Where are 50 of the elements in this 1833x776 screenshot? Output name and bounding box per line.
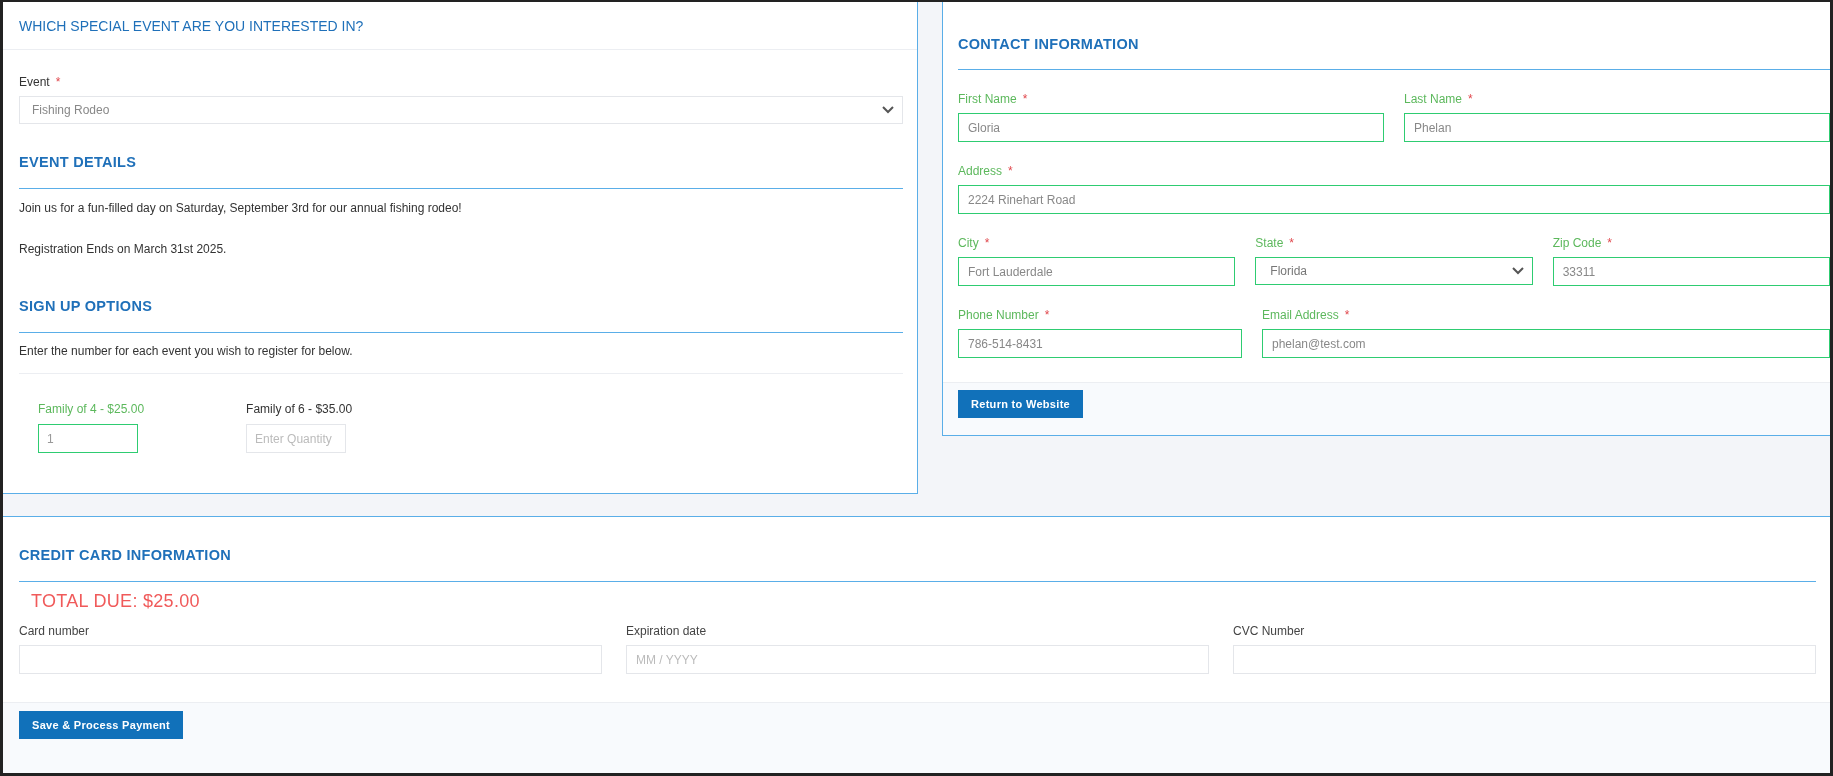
field-label: Email Address bbox=[1262, 308, 1339, 322]
field-label: Last Name bbox=[1404, 92, 1463, 106]
text-input[interactable]: phelan@test.com bbox=[1262, 329, 1830, 358]
total-due: TOTAL DUE: $25.00 bbox=[31, 591, 201, 612]
required-mark: * bbox=[1607, 236, 1613, 250]
required-mark: * bbox=[1344, 308, 1350, 322]
text-input[interactable]: Phelan bbox=[1404, 113, 1830, 142]
required-mark: * bbox=[1022, 92, 1028, 106]
text-input[interactable]: 786-514-8431 bbox=[958, 329, 1242, 358]
text-input[interactable] bbox=[1233, 645, 1816, 674]
event-select[interactable]: Fishing Rodeo bbox=[19, 96, 903, 124]
field-label: Phone Number bbox=[958, 308, 1039, 322]
section-title: EVENT DETAILS bbox=[19, 154, 138, 170]
required-mark: * bbox=[1008, 164, 1013, 178]
description-text: Registration Ends on March 31st 2025. bbox=[19, 242, 228, 256]
required-mark: * bbox=[55, 75, 61, 89]
quantity-input[interactable]: Enter Quantity bbox=[246, 424, 347, 453]
field-label: First Name bbox=[958, 92, 1017, 106]
return-button[interactable]: Return to Website bbox=[958, 390, 1083, 418]
section-title: CONTACT INFORMATION bbox=[958, 36, 1140, 52]
text-input[interactable]: 33311 bbox=[1552, 257, 1830, 286]
field-label: Zip Code bbox=[1552, 236, 1602, 250]
option-label: Family of 6 - $35.00 bbox=[246, 402, 353, 416]
section-title: WHICH SPECIAL EVENT ARE YOU INTERESTED IN? bbox=[19, 17, 364, 34]
option-label: Family of 4 - $25.00 bbox=[38, 402, 145, 416]
field-label: CVC Number bbox=[1233, 624, 1306, 638]
field-label: Expiration date bbox=[626, 624, 708, 638]
required-mark: * bbox=[1289, 236, 1295, 250]
required-mark: * bbox=[1044, 308, 1050, 322]
save-button[interactable]: Save & Process Payment bbox=[19, 711, 184, 739]
description-text: Join us for a fun-filled day on Saturday, September 3rd for our annual fishing rodeo! bbox=[19, 201, 463, 215]
field-label: State bbox=[1255, 236, 1284, 250]
text-input[interactable]: MM / YYYY bbox=[626, 645, 1209, 674]
instruction-text: Enter the number for each event you wish to register for below. bbox=[19, 344, 354, 358]
text-input[interactable] bbox=[19, 645, 602, 674]
field-label: City bbox=[958, 236, 979, 250]
field-label: Card number bbox=[19, 624, 91, 638]
text-input[interactable]: Gloria bbox=[958, 113, 1384, 142]
section-title: SIGN UP OPTIONS bbox=[19, 298, 154, 314]
field-label: Address bbox=[958, 164, 1003, 178]
field-label: Event bbox=[19, 75, 50, 89]
chevron-down-icon bbox=[1511, 267, 1524, 275]
section-title: CREDIT CARD INFORMATION bbox=[19, 547, 233, 563]
required-mark: * bbox=[1468, 92, 1473, 106]
quantity-input[interactable]: 1 bbox=[38, 424, 138, 453]
chevron-down-icon bbox=[882, 106, 894, 114]
state-select[interactable]: Florida bbox=[1255, 257, 1533, 285]
required-mark: * bbox=[984, 236, 990, 250]
text-input[interactable]: 2224 Rinehart Road bbox=[958, 185, 1830, 214]
text-input[interactable]: Fort Lauderdale bbox=[958, 257, 1236, 286]
